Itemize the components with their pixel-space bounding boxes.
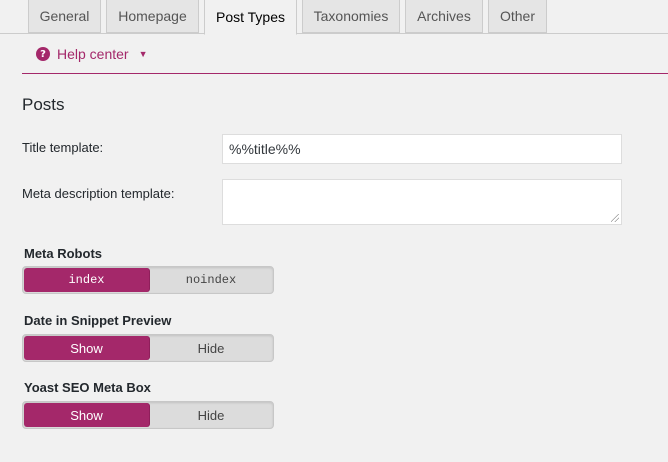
meta-box-show-option[interactable]: Show	[24, 403, 149, 427]
meta-robots-noindex-option[interactable]: noindex	[149, 267, 273, 293]
meta-box-toggle: Show Hide	[22, 401, 274, 429]
tab-taxonomies[interactable]: Taxonomies	[302, 0, 400, 33]
tabs-divider	[297, 33, 668, 34]
meta-robots-toggle: index noindex	[22, 266, 274, 294]
tab-archives[interactable]: Archives	[405, 0, 483, 33]
date-snippet-show-option[interactable]: Show	[24, 336, 149, 360]
date-snippet-title: Date in Snippet Preview	[24, 313, 172, 328]
tab-post-types[interactable]: Post Types	[204, 0, 297, 35]
resize-handle-icon[interactable]	[611, 214, 619, 222]
tab-general[interactable]: General	[28, 0, 101, 33]
help-center-toggle[interactable]: ? Help center ▼	[36, 46, 148, 62]
date-snippet-toggle: Show Hide	[22, 334, 274, 362]
meta-box-hide-option[interactable]: Hide	[149, 402, 273, 428]
tabs-divider	[0, 33, 204, 34]
title-template-input[interactable]: %%title%%	[222, 134, 622, 164]
settings-tabs: General Homepage Post Types Taxonomies A…	[0, 0, 668, 35]
meta-description-textarea[interactable]	[222, 179, 622, 225]
date-snippet-hide-option[interactable]: Hide	[149, 335, 273, 361]
meta-robots-index-option[interactable]: index	[24, 268, 149, 292]
help-center-divider	[22, 73, 668, 74]
meta-robots-title: Meta Robots	[24, 246, 102, 261]
question-circle-icon: ?	[36, 47, 50, 61]
help-center-label: Help center	[57, 46, 129, 62]
title-template-label: Title template:	[22, 140, 104, 155]
tab-homepage[interactable]: Homepage	[106, 0, 199, 33]
caret-down-icon: ▼	[138, 49, 148, 59]
section-title: Posts	[22, 95, 65, 114]
meta-box-title: Yoast SEO Meta Box	[24, 380, 151, 395]
meta-description-label: Meta description template:	[22, 186, 175, 201]
tab-other[interactable]: Other	[488, 0, 547, 33]
